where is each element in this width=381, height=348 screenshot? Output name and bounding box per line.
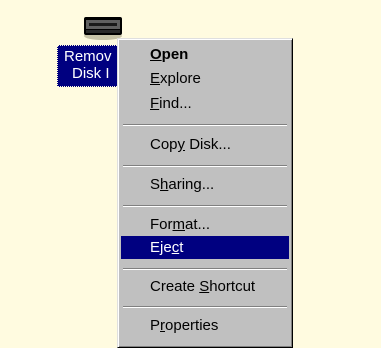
drive-label-line2: Disk I bbox=[72, 65, 110, 82]
menu-item-sharing-pre: S bbox=[150, 176, 161, 193]
menu-item-open[interactable]: Open bbox=[121, 43, 289, 66]
menu-item-open-accel: O bbox=[150, 46, 162, 63]
menu-item-explore[interactable]: Explore bbox=[121, 67, 289, 90]
menu-separator bbox=[123, 268, 287, 270]
menu-item-format-pre: For bbox=[150, 216, 173, 233]
menu-item-format-post: at... bbox=[185, 216, 211, 233]
menu-item-properties-post: operties bbox=[165, 317, 219, 334]
menu-item-properties[interactable]: Properties bbox=[121, 314, 289, 337]
menu-item-explore-post: xplore bbox=[160, 70, 201, 87]
menu-item-format[interactable]: Format... bbox=[121, 213, 289, 236]
menu-item-find-accel: F bbox=[150, 95, 160, 112]
menu-item-create-shortcut-accel: S bbox=[199, 278, 210, 295]
menu-separator bbox=[123, 306, 287, 308]
menu-separator bbox=[123, 124, 287, 126]
menu-item-copy-disk-pre: Cop bbox=[150, 136, 178, 153]
menu-item-eject-post: t bbox=[179, 239, 184, 256]
menu-separator bbox=[123, 205, 287, 207]
menu-item-sharing[interactable]: Sharing... bbox=[121, 173, 289, 196]
menu-item-eject-pre: Eje bbox=[150, 239, 172, 256]
drive-label-line1: Remov bbox=[64, 48, 112, 65]
menu-item-create-shortcut[interactable]: Create Shortcut bbox=[121, 275, 289, 298]
menu-item-find[interactable]: Find... bbox=[121, 92, 289, 115]
menu-separator bbox=[123, 165, 287, 167]
menu-item-copy-disk-post: Disk... bbox=[185, 136, 231, 153]
menu-item-create-shortcut-pre: Create bbox=[150, 278, 200, 295]
menu-item-explore-accel: E bbox=[150, 70, 161, 87]
menu-item-open-post: pen bbox=[161, 46, 189, 63]
menu-item-copy-disk[interactable]: Copy Disk... bbox=[121, 133, 289, 156]
menu-item-properties-pre: P bbox=[150, 317, 161, 334]
menu-item-sharing-post: aring... bbox=[168, 176, 215, 193]
menu-item-eject[interactable]: Eject bbox=[121, 236, 289, 259]
menu-item-find-post: ind... bbox=[159, 95, 192, 112]
menu-item-copy-disk-accel: y bbox=[177, 136, 186, 153]
menu-item-create-shortcut-post: hortcut bbox=[209, 278, 256, 295]
menu-item-format-accel: m bbox=[172, 216, 186, 233]
context-menu: Open Explore Find... Copy Disk... Sharin… bbox=[117, 38, 293, 348]
